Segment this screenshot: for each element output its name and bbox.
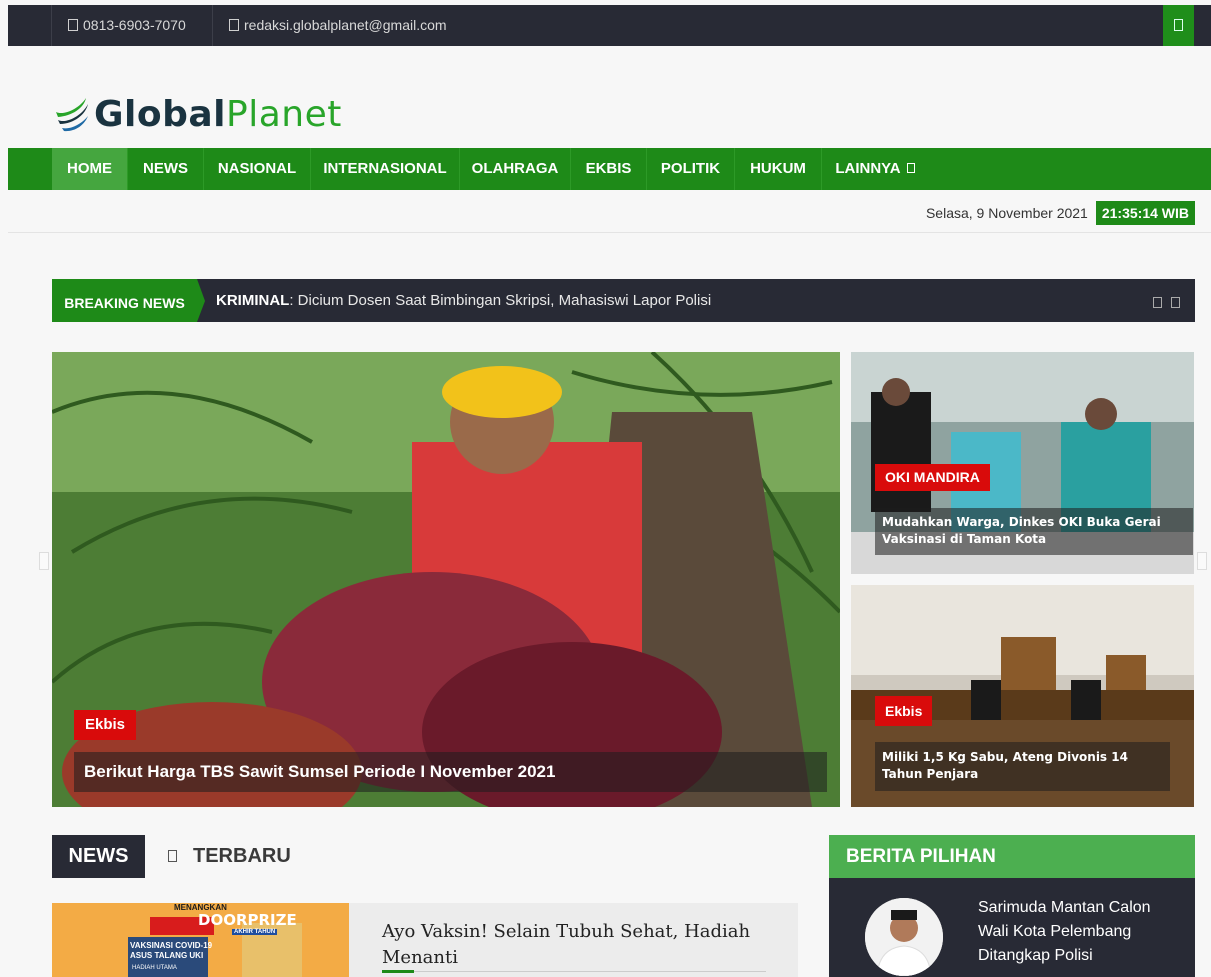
thumb-text-5: ASUS TALANG UKI (130, 951, 204, 960)
thumb-text-6: HADIAH UTAMA (132, 965, 177, 971)
berita-pilihan-item[interactable]: Sarimuda Mantan Calon Wali Kota Pelemban… (829, 878, 1195, 977)
chevron-left-icon[interactable] (1153, 297, 1162, 308)
nav-nasional[interactable]: NASIONAL (204, 148, 311, 190)
site-logo[interactable]: GlobalPlanet (52, 90, 342, 138)
tab-terbaru[interactable]: TERBARU (168, 835, 291, 878)
side-article-2-title[interactable]: Miliki 1,5 Kg Sabu, Ateng Divonis 14 Tah… (875, 742, 1170, 791)
title-underline (382, 970, 766, 973)
breaking-news-headline[interactable]: KRIMINAL: Dicium Dosen Saat Bimbingan Sk… (216, 279, 711, 322)
side-article-1[interactable]: OKI MANDIRA Mudahkan Warga, Dinkes OKI B… (851, 352, 1194, 574)
hero-image (52, 352, 840, 807)
phone-icon (68, 19, 78, 31)
main-nav: HOME NEWS NASIONAL INTERNASIONAL OLAHRAG… (8, 148, 1211, 190)
nav-home[interactable]: HOME (52, 148, 128, 190)
side-article-2[interactable]: Ekbis Miliki 1,5 Kg Sabu, Ateng Divonis … (851, 585, 1194, 807)
breaking-news-text: : Dicium Dosen Saat Bimbingan Skripsi, M… (289, 292, 712, 309)
hero-article[interactable]: Ekbis Berikut Harga TBS Sawit Sumsel Per… (52, 352, 840, 807)
hero-title[interactable]: Berikut Harga TBS Sawit Sumsel Periode I… (74, 752, 827, 792)
nav-hukum[interactable]: HUKUM (735, 148, 822, 190)
ticker-controls (1144, 295, 1180, 313)
side-article-1-title[interactable]: Mudahkan Warga, Dinkes OKI Buka Gerai Va… (875, 508, 1193, 555)
thumb-text-4: VAKSINASI COVID-19 (130, 941, 213, 950)
date-time-bar: Selasa, 9 November 2021 21:35:14 WIB (926, 200, 1195, 226)
nav-news[interactable]: NEWS (128, 148, 204, 190)
search-icon (1174, 19, 1183, 31)
slider-prev-button[interactable] (39, 552, 49, 570)
breaking-news-bar: BREAKING NEWS KRIMINAL: Dicium Dosen Saa… (52, 279, 1195, 322)
thumb-text-2: DOORPRIZE (198, 911, 297, 929)
thumb-text-3: AKHIR TAHUN (232, 929, 278, 935)
avatar (865, 898, 943, 976)
current-time: 21:35:14 WIB (1095, 201, 1195, 225)
email-contact[interactable]: redaksi.globalplanet@gmail.com (212, 5, 463, 46)
nav-lainnya[interactable]: LAINNYA (822, 148, 928, 190)
hero-category-badge[interactable]: Ekbis (74, 710, 137, 740)
chevron-down-icon (906, 163, 915, 173)
nav-lainnya-label: LAINNYA (835, 160, 901, 177)
breaking-news-label: BREAKING NEWS (52, 279, 205, 322)
nav-ekbis[interactable]: EKBIS (571, 148, 647, 190)
breaking-news-category: KRIMINAL (216, 292, 290, 309)
nav-olahraga[interactable]: OLAHRAGA (460, 148, 571, 190)
envelope-icon (229, 19, 239, 31)
side-article-1-category[interactable]: OKI MANDIRA (875, 464, 990, 491)
side-article-2-category[interactable]: Ekbis (875, 696, 933, 726)
nav-politik[interactable]: POLITIK (647, 148, 735, 190)
slider-next-button[interactable] (1197, 552, 1207, 570)
tab-news[interactable]: NEWS (52, 835, 145, 878)
phone-contact[interactable]: 0813-6903-7070 (51, 5, 202, 46)
search-button[interactable] (1163, 5, 1194, 46)
news-thumbnail: MENANGKAN DOORPRIZE AKHIR TAHUN VAKSINAS… (52, 903, 349, 977)
email-address: redaksi.globalplanet@gmail.com (244, 17, 447, 33)
berita-pilihan-heading: BERITA PILIHAN (829, 835, 1195, 878)
logo-text-planet: Planet (226, 93, 342, 135)
tab-terbaru-label: TERBARU (193, 845, 291, 867)
logo-text-global: Global (94, 93, 227, 135)
news-list-item[interactable]: MENANGKAN DOORPRIZE AKHIR TAHUN VAKSINAS… (52, 903, 798, 977)
nav-internasional[interactable]: INTERNASIONAL (311, 148, 460, 190)
berita-pilihan-title[interactable]: Sarimuda Mantan Calon Wali Kota Pelemban… (978, 896, 1178, 968)
clock-icon (168, 850, 177, 862)
chevron-right-icon[interactable] (1171, 297, 1180, 308)
phone-number: 0813-6903-7070 (83, 17, 186, 33)
globe-swoosh-icon (56, 98, 88, 132)
news-item-title[interactable]: Ayo Vaksin! Selain Tubuh Sehat, Hadiah M… (382, 919, 772, 971)
top-bar: 0813-6903-7070 redaksi.globalplanet@gmai… (8, 5, 1211, 46)
header-divider (8, 232, 1211, 233)
current-date: Selasa, 9 November 2021 (925, 205, 1088, 221)
